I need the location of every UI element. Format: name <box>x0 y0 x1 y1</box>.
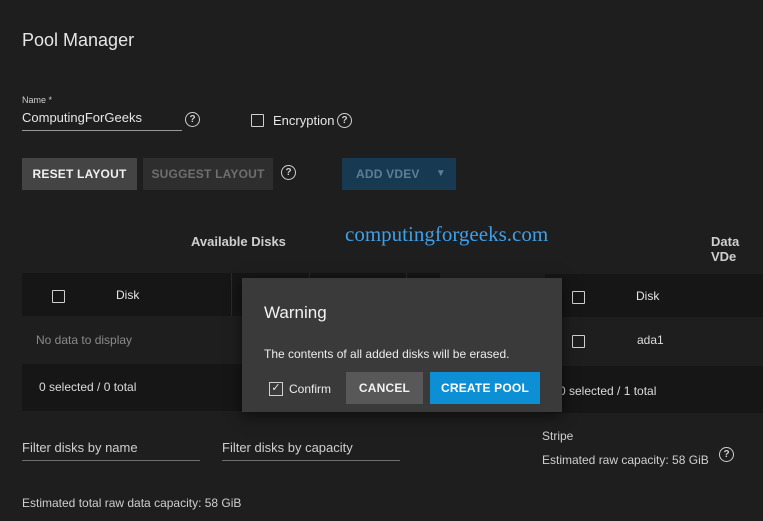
row-checkbox[interactable] <box>572 335 585 348</box>
add-vdev-label: ADD VDEV <box>356 167 420 181</box>
vdev-layout-label: Stripe <box>542 429 574 443</box>
data-vdevs-title: Data VDe <box>711 234 740 264</box>
page-title: Pool Manager <box>22 30 135 50</box>
help-circle-icon[interactable]: ? <box>719 447 734 462</box>
column-header-disk[interactable]: Disk <box>636 289 659 303</box>
pool-name-input[interactable]: ComputingForGeeks <box>22 110 182 131</box>
estimated-total-capacity: Estimated total raw data capacity: 58 Gi… <box>22 496 242 510</box>
suggest-layout-button[interactable]: SUGGEST LAYOUT <box>143 158 273 190</box>
column-divider <box>231 273 232 316</box>
filter-by-capacity-input[interactable]: Filter disks by capacity <box>222 440 400 461</box>
help-circle-icon[interactable]: ? <box>281 165 296 180</box>
estimated-raw-capacity: Estimated raw capacity: 58 GiB <box>542 453 709 467</box>
dialog-title: Warning <box>264 303 327 322</box>
table-row[interactable]: ada1 <box>545 317 763 365</box>
create-pool-button[interactable]: CREATE POOL <box>430 372 540 404</box>
cancel-button[interactable]: CANCEL <box>346 372 423 404</box>
name-field-label: Name * <box>22 95 53 105</box>
encryption-label: Encryption <box>273 113 335 128</box>
select-all-checkbox[interactable] <box>572 291 585 304</box>
help-circle-icon[interactable]: ? <box>337 113 352 128</box>
empty-table-message: No data to display <box>36 333 133 347</box>
reset-layout-button[interactable]: RESET LAYOUT <box>22 158 137 190</box>
chevron-down-icon[interactable]: ▼ <box>436 158 446 190</box>
filter-by-name-input[interactable]: Filter disks by name <box>22 440 200 461</box>
available-disks-title: Available Disks <box>191 234 286 249</box>
help-circle-icon[interactable]: ? <box>185 112 200 127</box>
disk-name: ada1 <box>637 333 664 347</box>
data-vdevs-table-header: Disk <box>545 274 763 317</box>
data-vdevs-footer: 0 selected / 1 total <box>545 366 763 413</box>
select-all-checkbox[interactable] <box>52 290 65 303</box>
data-vdevs-selection-count: 0 selected / 1 total <box>559 384 657 398</box>
column-header-disk[interactable]: Disk <box>116 288 139 302</box>
add-vdev-button[interactable]: ADD VDEV ▼ <box>342 158 456 190</box>
encryption-checkbox[interactable] <box>251 114 264 127</box>
warning-dialog: Warning The contents of all added disks … <box>242 278 562 412</box>
confirm-label: Confirm <box>289 382 332 396</box>
dialog-message: The contents of all added disks will be … <box>264 347 510 361</box>
watermark-text: computingforgeeks.com <box>345 222 549 246</box>
available-disks-selection-count: 0 selected / 0 total <box>39 380 137 394</box>
confirm-checkbox[interactable]: ✓ <box>269 382 283 396</box>
